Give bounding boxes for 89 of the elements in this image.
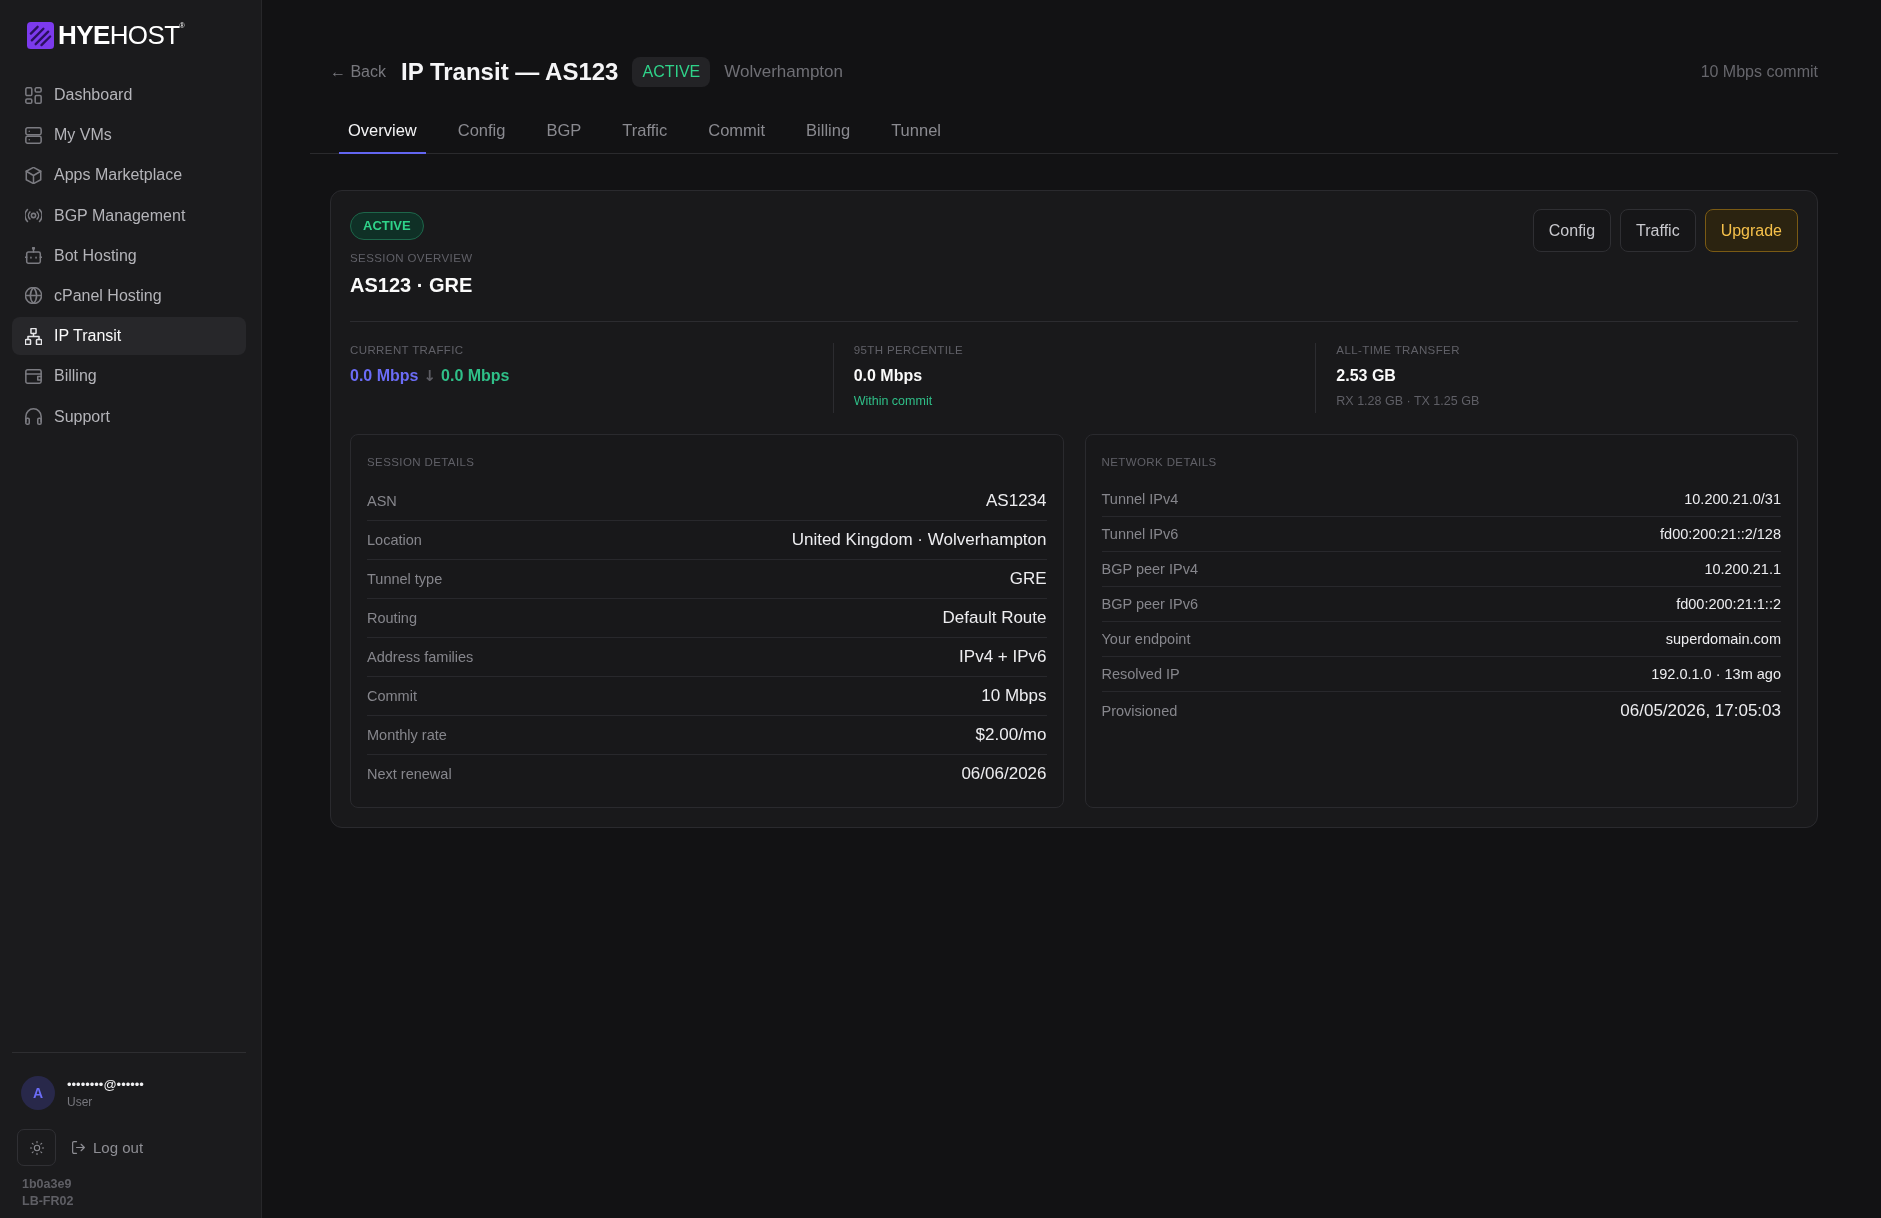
detail-label: Your endpoint	[1101, 630, 1191, 648]
detail-value: 10.200.21.1	[1704, 560, 1781, 578]
detail-value: 192.0.1.0 · 13m ago	[1651, 665, 1781, 683]
tab[interactable]: Traffic	[613, 109, 677, 154]
detail-label: Location	[367, 531, 422, 550]
nav-item[interactable]: Support	[12, 397, 246, 436]
status-badge: ACTIVE	[350, 212, 424, 240]
panel-title: NETWORK DETAILS	[1101, 455, 1217, 469]
detail-value: AS1234	[986, 491, 1047, 511]
avatar: A	[21, 1076, 55, 1110]
cube-icon	[25, 166, 42, 184]
detail-value: Default Route	[942, 608, 1047, 628]
broadcast-icon	[25, 207, 42, 225]
stat-note: RX 1.28 GB · TX 1.25 GB	[1336, 393, 1480, 409]
logout-button[interactable]: Log out	[70, 1135, 146, 1160]
logo-icon	[27, 21, 54, 49]
detail-label: Monthly rate	[367, 726, 447, 745]
tab[interactable]: BGP	[537, 109, 591, 154]
user-role: User	[67, 1095, 93, 1110]
stat-value: 0.0 Mbps	[853, 366, 923, 386]
detail-value: 10.200.21.0/31	[1684, 490, 1781, 508]
back-link[interactable]: ← Back	[330, 63, 386, 81]
traffic-reading: ↓	[423, 366, 437, 386]
detail-label: Resolved IP	[1101, 665, 1180, 683]
sun-icon	[29, 1140, 44, 1155]
traffic-reading: 0.0 Mbps	[441, 366, 510, 386]
detail-value: superdomain.com	[1665, 630, 1781, 648]
detail-label: ASN	[367, 492, 397, 511]
nav-item[interactable]: My VMs	[12, 116, 246, 155]
nav-item[interactable]: Apps Marketplace	[12, 156, 246, 195]
detail-value: fd00:200:21:1::2	[1676, 595, 1781, 613]
traffic-reading: 0.0 Mbps	[350, 366, 419, 386]
wallet-icon	[25, 367, 42, 385]
theme-toggle-button[interactable]	[17, 1129, 56, 1166]
location-label: Wolverhampton	[724, 62, 843, 82]
stat-value: 2.53 GB	[1336, 366, 1396, 386]
detail-label: Tunnel IPv4	[1101, 490, 1179, 508]
tab[interactable]: Tunnel	[882, 109, 950, 154]
logout-icon	[72, 1141, 85, 1154]
detail-value: 06/06/2026	[961, 764, 1047, 784]
detail-label: Tunnel IPv6	[1101, 525, 1179, 543]
grid-icon	[25, 86, 42, 104]
globe-icon	[25, 287, 42, 305]
detail-label: Commit	[367, 687, 417, 706]
action-button[interactable]: Upgrade	[1704, 209, 1798, 252]
detail-value: 06/05/2026, 17:05:03	[1620, 701, 1781, 721]
nav-item[interactable]: cPanel Hosting	[12, 276, 246, 315]
panel-title: SESSION DETAILS	[367, 455, 475, 469]
stat-label: ALL-TIME TRANSFER	[1336, 343, 1460, 357]
nav-item[interactable]: BGP Management	[12, 196, 246, 235]
detail-label: Provisioned	[1101, 702, 1178, 721]
detail-label: Tunnel type	[367, 570, 443, 589]
stat-note: Within commit	[853, 393, 933, 409]
tab[interactable]: Billing	[797, 109, 860, 154]
user-email: ••••••••@••••••	[67, 1076, 144, 1093]
detail-value: 10 Mbps	[981, 686, 1047, 706]
logo-wordmark: HYEHOST$^{®}$	[58, 21, 185, 49]
nav-item[interactable]: Dashboard	[12, 76, 246, 114]
build-label: LB-FR02	[22, 1193, 74, 1210]
nav-item[interactable]: Billing	[12, 357, 246, 396]
tab[interactable]: Config	[448, 109, 515, 154]
detail-value: IPv4 + IPv6	[959, 647, 1047, 667]
tab[interactable]: Commit	[699, 109, 775, 154]
detail-value: $2.00/mo	[975, 725, 1047, 745]
headphones-icon	[25, 408, 42, 425]
nav-item[interactable]: Bot Hosting	[12, 236, 246, 275]
stat-label: CURRENT TRAFFIC	[350, 343, 464, 357]
section-label: SESSION OVERVIEW	[350, 251, 473, 265]
action-button[interactable]: Traffic	[1620, 209, 1696, 252]
robot-icon	[25, 247, 42, 265]
detail-label: BGP peer IPv6	[1101, 595, 1198, 613]
detail-value: fd00:200:21::2/128	[1660, 525, 1781, 543]
stat-label: 95TH PERCENTILE	[853, 343, 964, 357]
detail-label: Address families	[367, 648, 474, 667]
network-icon	[25, 327, 42, 345]
detail-value: United Kingdom · Wolverhampton	[791, 530, 1047, 550]
commit-label: 10 Mbps commit	[1700, 63, 1818, 81]
action-button[interactable]: Config	[1532, 209, 1612, 252]
nav-item[interactable]: IP Transit	[12, 317, 246, 356]
detail-label: Next renewal	[367, 765, 452, 784]
page-title: IP Transit — AS123	[401, 58, 619, 86]
session-title: AS123 · GRE	[350, 273, 473, 297]
detail-value: GRE	[1009, 569, 1047, 589]
build-label: 1b0a3e9	[22, 1176, 72, 1193]
detail-label: Routing	[367, 609, 417, 628]
detail-label: BGP peer IPv4	[1101, 560, 1198, 578]
tab[interactable]: Overview	[339, 109, 426, 154]
status-badge: ACTIVE	[632, 57, 711, 87]
server-icon	[25, 126, 42, 144]
